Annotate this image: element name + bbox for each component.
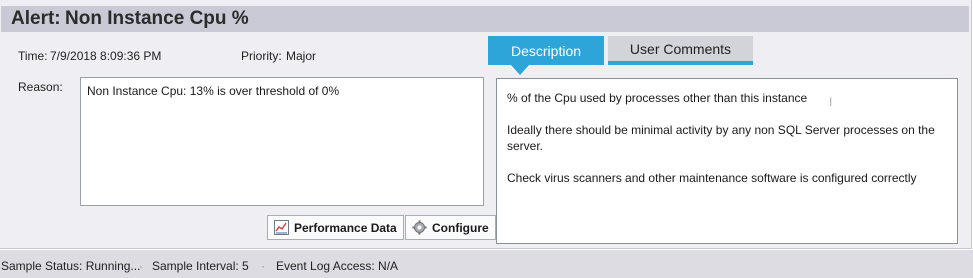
alert-name: Non Instance Cpu % — [65, 8, 249, 29]
reason-textbox[interactable]: Non Instance Cpu: 13% is over threshold … — [80, 77, 484, 206]
tab-description[interactable]: Description — [488, 36, 604, 65]
description-textbox[interactable]: % of the Cpu used by processes other tha… — [496, 78, 958, 244]
alert-panel: Alert: Non Instance Cpu % Time: 7/9/2018… — [0, 0, 972, 249]
priority-label: Priority: — [241, 49, 282, 63]
active-tab-pointer — [511, 65, 529, 75]
chart-icon — [274, 220, 289, 235]
description-paragraph: Ideally there should be minimal activity… — [507, 123, 935, 153]
performance-data-label: Performance Data — [294, 220, 397, 235]
status-separator: · — [139, 259, 143, 273]
performance-data-button[interactable]: Performance Data — [267, 215, 404, 240]
sample-interval: Sample Interval: 5 — [152, 259, 249, 273]
status-separator: · — [261, 259, 265, 273]
title-bar: Alert: Non Instance Cpu % — [1, 6, 969, 32]
text-cursor-icon: I — [829, 95, 833, 109]
alert-prefix: Alert: — [11, 8, 61, 29]
time-label: Time: — [18, 49, 48, 63]
status-bar: Sample Status: Running... · Sample Inter… — [0, 250, 973, 278]
configure-button[interactable]: Configure — [405, 215, 496, 240]
description-paragraph: Check virus scanners and other maintenan… — [507, 171, 917, 185]
reason-label: Reason: — [18, 80, 63, 94]
sample-status: Sample Status: Running... — [1, 259, 141, 273]
priority-value: Major — [286, 49, 317, 63]
tab-user-comments[interactable]: User Comments — [608, 36, 753, 65]
time-value: 7/9/2018 8:09:36 PM — [50, 49, 162, 63]
gear-icon — [412, 220, 427, 235]
configure-label: Configure — [432, 220, 489, 235]
alert-window: Alert: Non Instance Cpu % Time: 7/9/2018… — [0, 0, 973, 278]
description-paragraph: % of the Cpu used by processes other tha… — [507, 91, 808, 105]
event-log-access: Event Log Access: N/A — [276, 259, 399, 273]
